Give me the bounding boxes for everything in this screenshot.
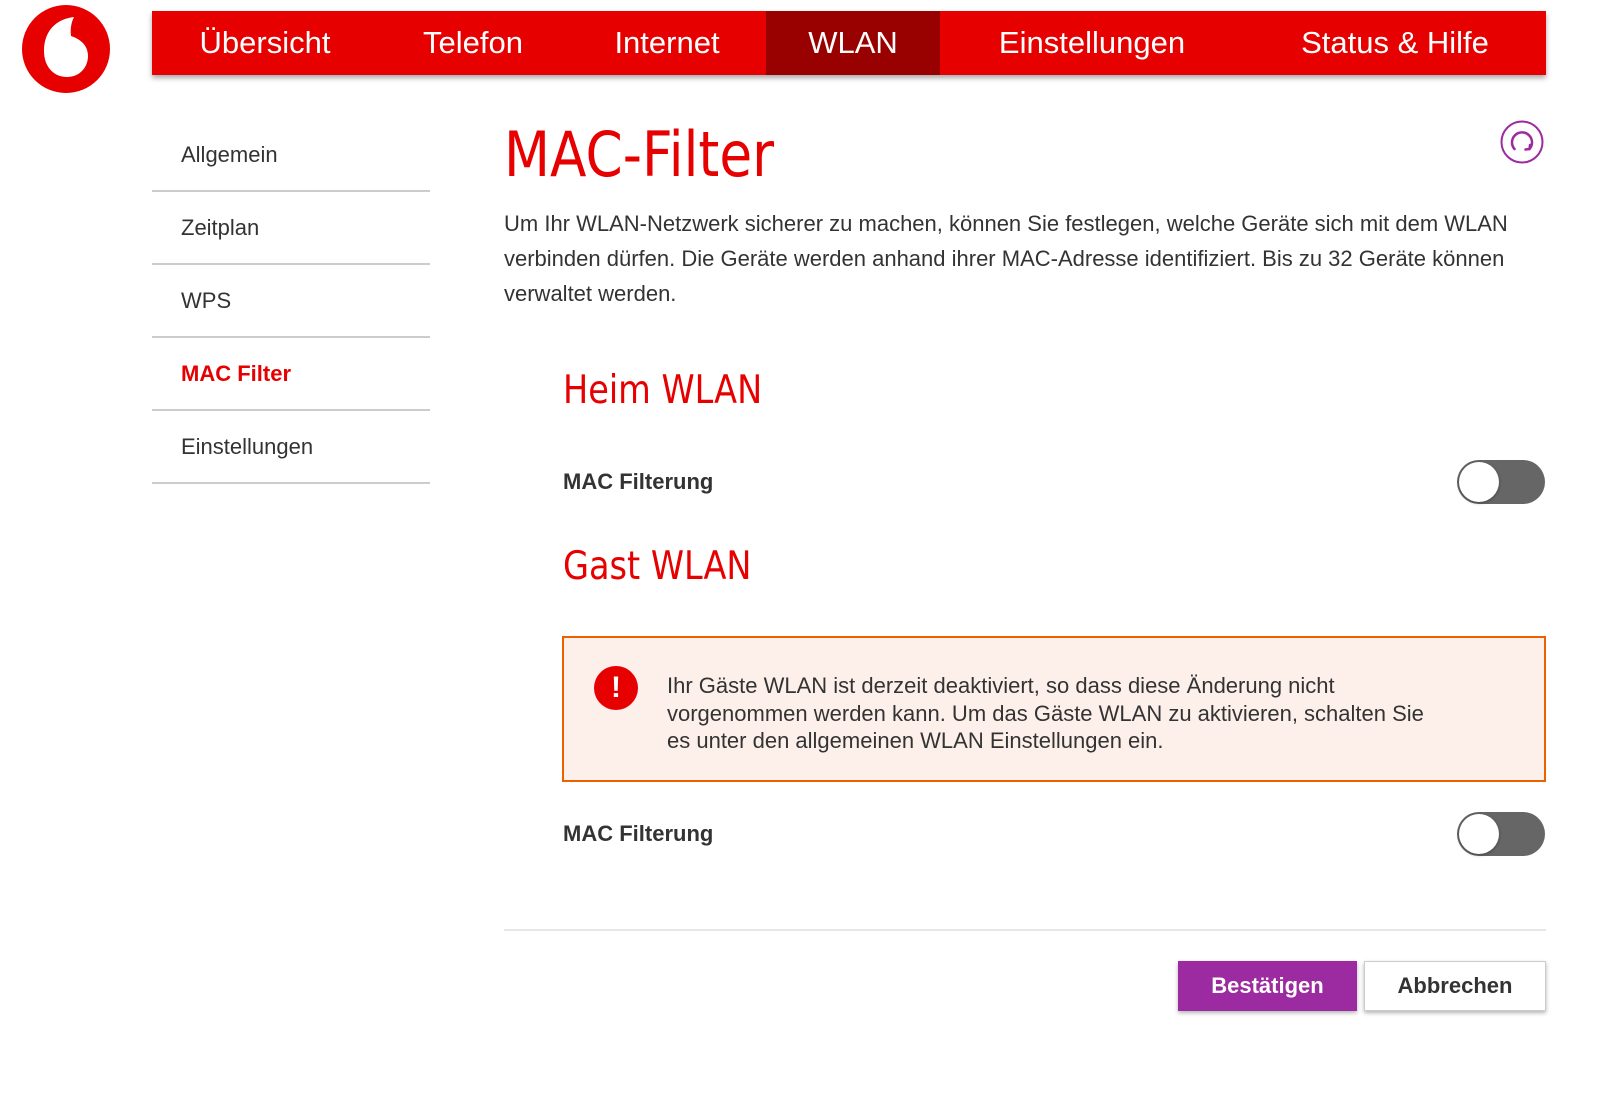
sidebar-item-mac-filter[interactable]: MAC Filter (152, 338, 430, 411)
sidebar-item-allgemein[interactable]: Allgemein (152, 119, 430, 192)
cancel-button[interactable]: Abbrechen (1364, 961, 1546, 1011)
sidebar-item-einstellungen[interactable]: Einstellungen (152, 411, 430, 484)
toggle-knob (1459, 814, 1499, 854)
main-content: MAC-Filter Um Ihr WLAN-Netzwerk sicherer… (504, 0, 1546, 1094)
gast-wlan-title: Gast WLAN (563, 544, 752, 589)
gast-mac-filter-toggle[interactable] (1457, 812, 1545, 856)
nav-item-uebersicht[interactable]: Übersicht (152, 11, 378, 75)
page-title: MAC-Filter (504, 118, 775, 191)
guest-wlan-warning: ! Ihr Gäste WLAN ist derzeit deaktiviert… (562, 636, 1546, 782)
confirm-button[interactable]: Bestätigen (1178, 961, 1357, 1011)
refresh-icon[interactable] (1500, 120, 1544, 164)
divider (504, 929, 1546, 931)
gast-mac-filter-label: MAC Filterung (563, 821, 714, 846)
sidebar-item-zeitplan[interactable]: Zeitplan (152, 192, 430, 265)
sidebar: Allgemein Zeitplan WPS MAC Filter Einste… (152, 119, 430, 484)
vodafone-logo-graphic (22, 5, 110, 93)
vodafone-logo-icon[interactable] (22, 5, 110, 93)
sidebar-item-wps[interactable]: WPS (152, 265, 430, 338)
toggle-knob (1459, 462, 1499, 502)
heim-mac-filter-label: MAC Filterung (563, 469, 714, 494)
refresh-icon-graphic (1500, 120, 1544, 164)
heim-mac-filter-toggle[interactable] (1457, 460, 1545, 504)
warning-icon: ! (594, 666, 638, 710)
warning-text: Ihr Gäste WLAN ist derzeit deaktiviert, … (667, 673, 1424, 753)
heim-wlan-title: Heim WLAN (563, 368, 763, 413)
intro-text: Um Ihr WLAN-Netzwerk sicherer zu machen,… (504, 211, 1508, 306)
